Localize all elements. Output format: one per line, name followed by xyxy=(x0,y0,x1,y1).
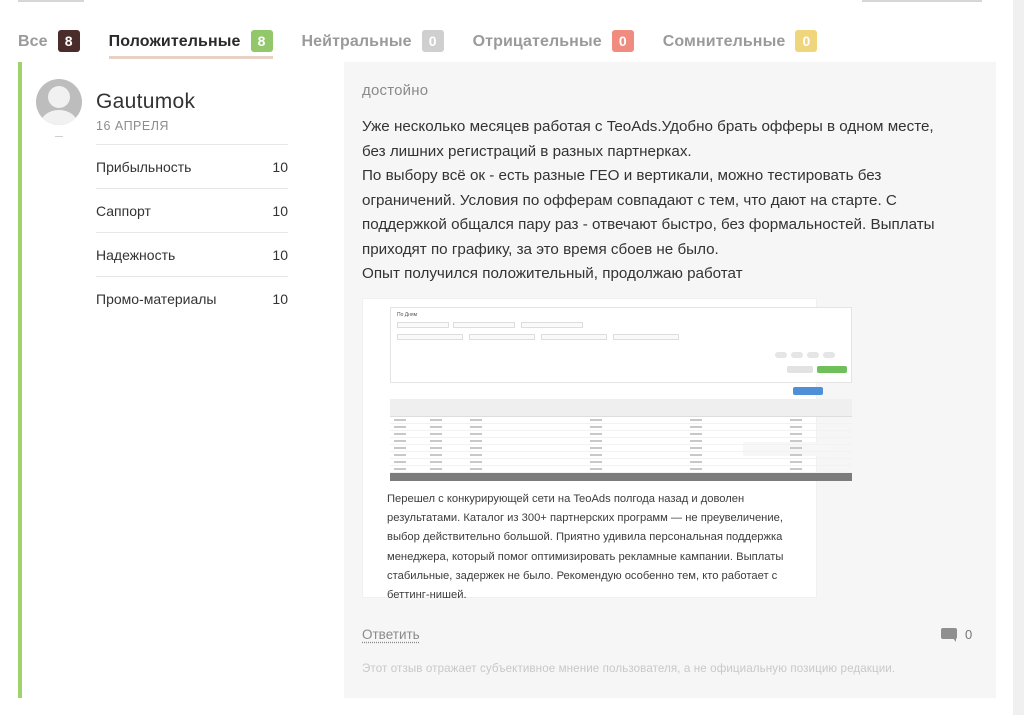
screenshot-apply-button xyxy=(817,366,847,373)
screenshot-table-row xyxy=(390,417,852,424)
tab-count-badge: 0 xyxy=(421,30,444,52)
tab-doubtful[interactable]: Сомнительные 0 xyxy=(663,22,818,60)
tab-positive[interactable]: Положительные 8 xyxy=(108,22,273,60)
active-tab-underline xyxy=(108,56,273,59)
review-line: По выбору всё ок - есть разные ГЕО и вер… xyxy=(362,167,882,184)
tab-label: Сомнительные xyxy=(662,32,786,50)
screenshot-caption: Перешел с конкурирующей сети на TeoAds п… xyxy=(387,490,817,605)
review-line: без лишних регистраций в разных партнерк… xyxy=(362,142,692,160)
caption-line: менеджера, который помог оптимизировать … xyxy=(387,550,784,563)
review-disclaimer: Этот отзыв отражает субъективное мнение … xyxy=(362,662,896,675)
review-line: Уже несколько месяцев работая с TeoAds.У… xyxy=(362,118,934,135)
comment-icon xyxy=(941,628,957,642)
top-divider-left xyxy=(18,0,84,2)
tab-count-badge: 8 xyxy=(57,30,80,52)
screenshot-select xyxy=(521,322,583,328)
screenshot-table-total xyxy=(390,473,852,481)
screenshot-filter-panel: По Дням xyxy=(390,307,852,383)
review-sentiment-bar xyxy=(18,62,22,698)
rating-value: 10 xyxy=(272,158,288,175)
review-content: достойно Уже несколько месяцев работая с… xyxy=(344,62,996,698)
tab-label: Отрицательные xyxy=(472,32,602,50)
review-line: ограничений. Условия по офферам совпадаю… xyxy=(362,191,897,209)
avatar xyxy=(36,79,82,125)
caption-line: стабильные, задержек не было. Рекомендую… xyxy=(387,569,778,582)
tab-neutral[interactable]: Нейтральные 0 xyxy=(302,22,444,60)
screenshot-select xyxy=(397,334,463,340)
screenshot-select xyxy=(469,334,535,340)
caption-line: Перешел с конкурирующей сети на TeoAds п… xyxy=(387,493,745,505)
review-body: Уже несколько месяцев работая с TeoAds.У… xyxy=(362,115,982,287)
rating-label: Надежность xyxy=(96,246,176,263)
screenshot-export-button xyxy=(793,387,823,395)
screenshot-pill xyxy=(807,352,819,358)
screenshot-select xyxy=(541,334,607,340)
screenshot-table-row xyxy=(390,445,852,452)
rating-value: 10 xyxy=(272,290,288,307)
rating-value: 10 xyxy=(272,246,288,263)
rating-row: Промо-материалы 10 xyxy=(96,276,288,320)
screenshot-date-field xyxy=(397,322,449,328)
tab-all[interactable]: Все 8 xyxy=(18,22,80,60)
screenshot-stats-table xyxy=(390,399,852,481)
screenshot-pill xyxy=(791,352,803,358)
tab-negative[interactable]: Отрицательные 0 xyxy=(473,22,634,60)
avatar-divider xyxy=(55,136,63,137)
reviews-page: Все 8 Положительные 8 Нейтральные 0 Отри… xyxy=(0,0,1013,715)
rating-row: Надежность 10 xyxy=(96,232,288,276)
review-line: приходят по графику, за это время сбоев … xyxy=(362,240,719,258)
review-verdict: достойно xyxy=(362,82,429,99)
review-line: поддержкой общался пару раз - отвечают б… xyxy=(362,216,935,233)
tab-count-badge: 8 xyxy=(250,30,273,52)
scrollbar-track[interactable] xyxy=(1013,0,1024,715)
review-card: Gautumok 16 АПРЕЛЯ Прибыльность 10 Саппо… xyxy=(18,62,996,698)
screenshot-panel-title: По Дням xyxy=(397,312,418,318)
top-divider-right xyxy=(862,0,982,2)
ratings-list: Прибыльность 10 Саппорт 10 Надежность 10… xyxy=(96,144,288,320)
reply-link[interactable]: Ответить xyxy=(362,627,420,642)
rating-row: Саппорт 10 xyxy=(96,188,288,232)
avatar-body-shape xyxy=(40,110,78,125)
screenshot-table-row xyxy=(390,452,852,459)
screenshot-table-row xyxy=(390,424,852,431)
rating-label: Прибыльность xyxy=(96,158,192,175)
author-name: Gautumok xyxy=(96,90,196,113)
screenshot-select xyxy=(453,322,515,328)
comments-counter[interactable]: 0 xyxy=(941,627,972,642)
screenshot-table-row xyxy=(390,431,852,438)
screenshot-table-row xyxy=(390,459,852,466)
rating-row: Прибыльность 10 xyxy=(96,144,288,188)
attached-screenshot[interactable]: По Дням Перешел с конкурирующей сети на … xyxy=(362,298,852,601)
tab-count-badge: 0 xyxy=(611,30,634,52)
comment-count: 0 xyxy=(965,627,973,642)
tab-label: Положительные xyxy=(108,32,241,50)
rating-value: 10 xyxy=(272,202,288,219)
caption-line: выбор действительно большой. Приятно уди… xyxy=(387,531,783,544)
screenshot-select xyxy=(613,334,679,340)
tab-label: Все xyxy=(18,32,48,50)
review-filter-tabs: Все 8 Положительные 8 Нейтральные 0 Отри… xyxy=(18,22,846,60)
review-line: Опыт получился положительный, продолжаю … xyxy=(362,265,743,282)
screenshot-pill xyxy=(823,352,835,358)
screenshot-table-row xyxy=(390,438,852,445)
review-date: 16 АПРЕЛЯ xyxy=(96,119,169,133)
caption-line: беттинг-нишей. xyxy=(387,589,467,602)
screenshot-table-row xyxy=(390,466,852,473)
caption-line: результатами. Каталог из 300+ партнерски… xyxy=(387,512,783,525)
rating-label: Промо-материалы xyxy=(96,290,217,307)
avatar-head-shape xyxy=(48,86,70,108)
tab-count-badge: 0 xyxy=(795,30,818,52)
rating-label: Саппорт xyxy=(96,202,151,219)
tab-label: Нейтральные xyxy=(301,32,412,50)
screenshot-reset-button xyxy=(787,366,813,373)
screenshot-pill xyxy=(775,352,787,358)
screenshot-table-header xyxy=(390,399,852,417)
